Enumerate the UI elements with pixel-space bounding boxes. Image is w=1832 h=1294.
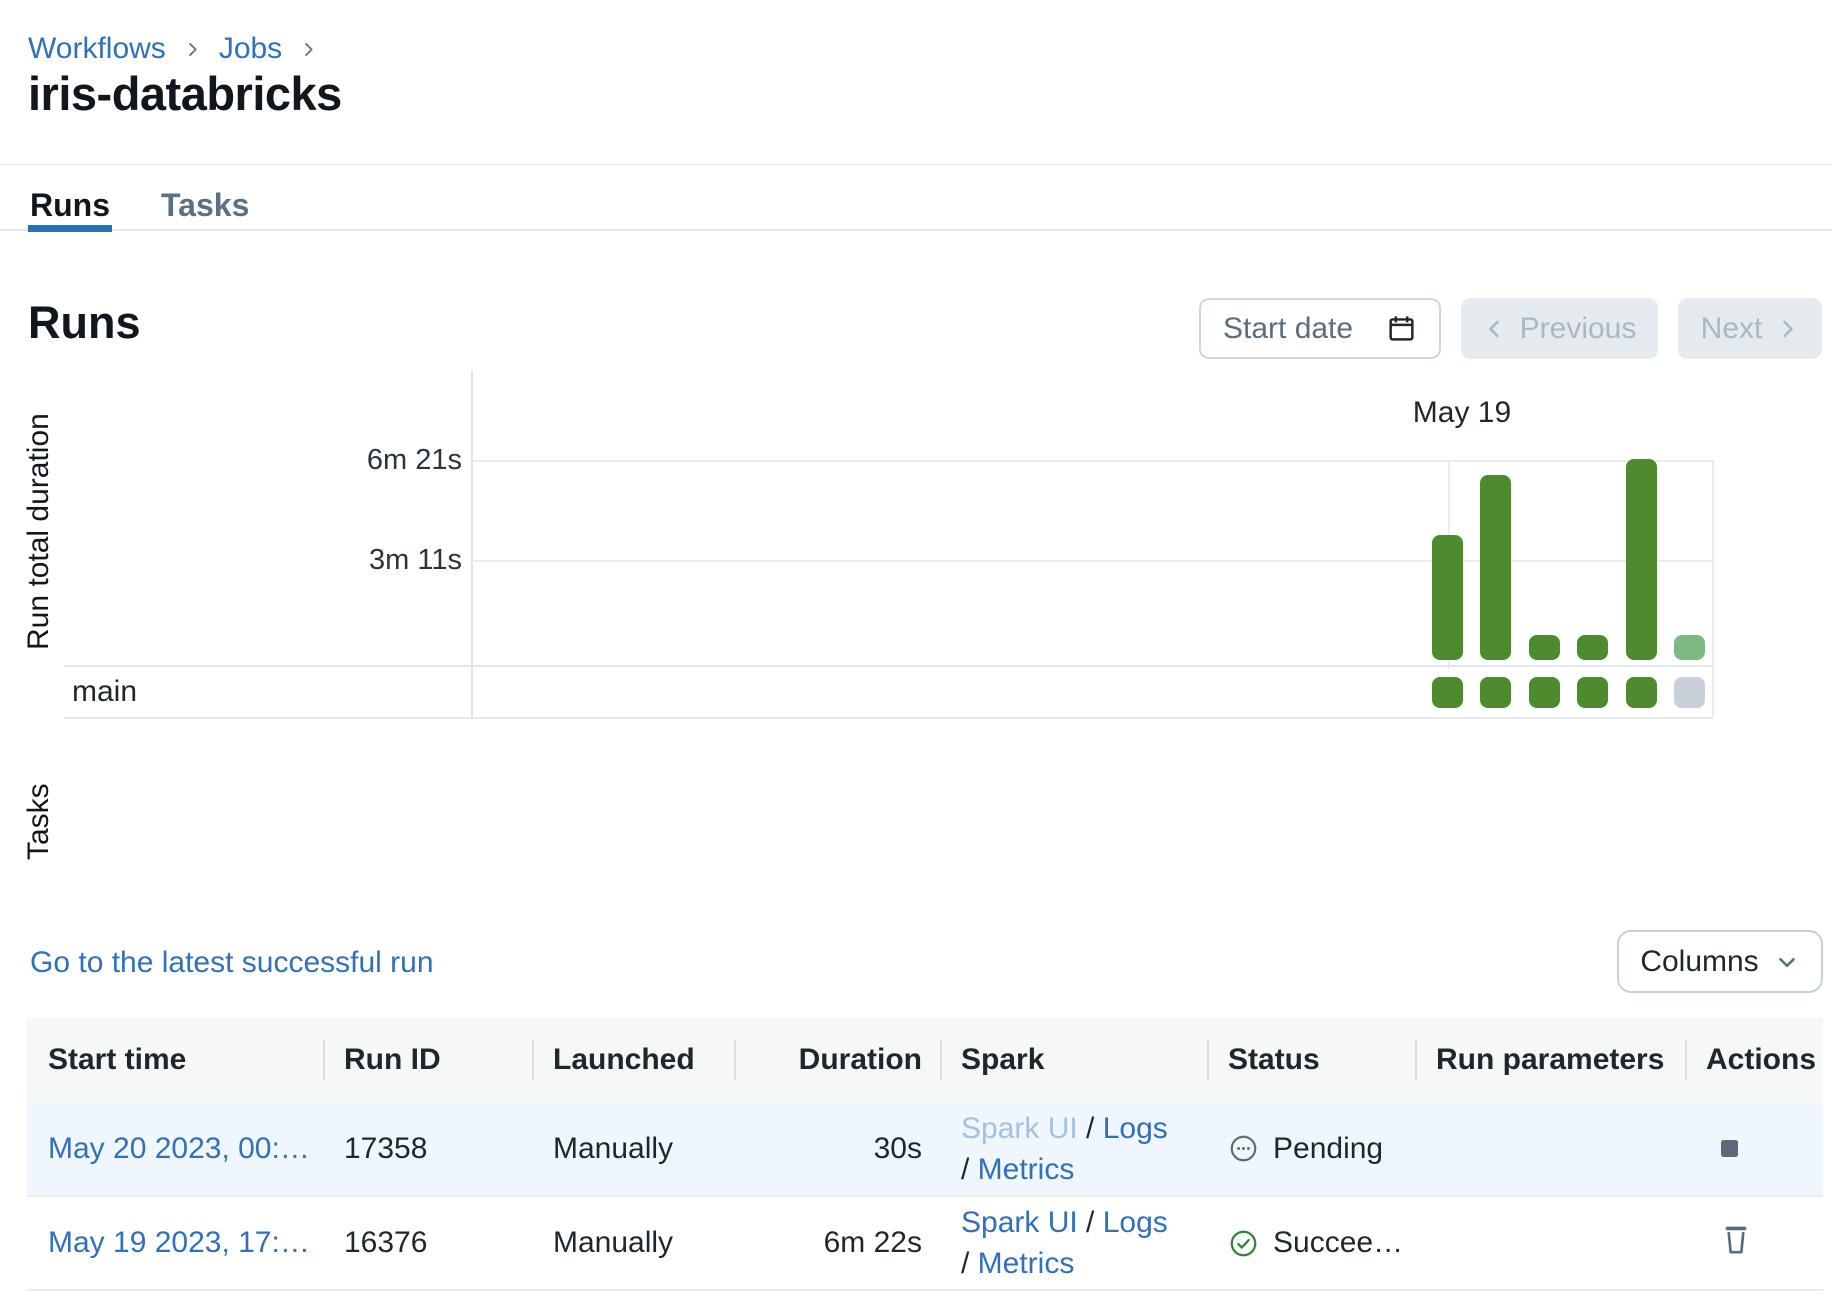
previous-button[interactable]: Previous (1461, 298, 1658, 359)
chevron-right-icon (1775, 317, 1799, 341)
chevron-right-icon (299, 40, 318, 59)
status-cell: Succee… (1207, 1196, 1415, 1290)
spark-separator: / (1078, 1112, 1103, 1145)
task-status-square[interactable] (1529, 677, 1560, 708)
chevron-down-icon (1774, 949, 1800, 975)
task-status-square[interactable] (1432, 677, 1463, 708)
pending-status-icon (1228, 1133, 1259, 1164)
page-title: iris-databricks (28, 66, 342, 121)
divider (0, 164, 1832, 165)
spark-ui-link-disabled: Spark UI (961, 1112, 1078, 1145)
duration-cell: 30s (734, 1102, 940, 1196)
chevron-left-icon (1483, 317, 1507, 341)
col-header-duration[interactable]: Duration (734, 1018, 940, 1102)
divider (0, 229, 1832, 231)
chart-date-label: May 19 (1392, 396, 1532, 430)
task-status-square[interactable] (1626, 677, 1657, 708)
col-header-run-parameters[interactable]: Run parameters (1415, 1018, 1685, 1102)
y-axis-label: Run total duration (22, 413, 56, 650)
actions-cell (1685, 1196, 1823, 1290)
previous-label: Previous (1520, 312, 1637, 346)
table-row: May 19 2023, 17:… 16376 Manually 6m 22s … (27, 1196, 1823, 1290)
run-start-time-link[interactable]: May 20 2023, 00:… (48, 1132, 310, 1165)
cancel-run-icon[interactable] (1721, 1140, 1738, 1157)
metrics-link[interactable]: Metrics (978, 1153, 1075, 1186)
chevron-right-icon (183, 40, 202, 59)
tasks-axis-label: Tasks (22, 783, 56, 860)
y-tick-label: 3m 11s (280, 544, 462, 577)
spark-links-cell: Spark UI / Logs / Metrics (940, 1196, 1207, 1290)
run-id-cell: 16376 (323, 1196, 532, 1290)
status-label: Succee… (1273, 1226, 1403, 1260)
logs-link[interactable]: Logs (1103, 1112, 1168, 1145)
start-date-button[interactable]: Start date (1199, 298, 1441, 359)
spark-links-cell: Spark UI / Logs / Metrics (940, 1102, 1207, 1196)
logs-link[interactable]: Logs (1103, 1206, 1168, 1239)
runs-table: Start time Run ID Launched Duration Spar… (27, 1018, 1823, 1291)
jobs-run-page: Workflows Jobs iris-databricks Runs Task… (0, 0, 1832, 1294)
run-duration-bar[interactable] (1480, 475, 1511, 660)
y-tick-label: 6m 21s (280, 444, 462, 477)
col-header-launched[interactable]: Launched (532, 1018, 734, 1102)
col-header-actions: Actions (1685, 1018, 1823, 1102)
latest-successful-run-link[interactable]: Go to the latest successful run (30, 946, 434, 980)
task-row-label: main (72, 676, 137, 708)
run-id-cell: 17358 (323, 1102, 532, 1196)
task-band-top-line (64, 665, 1713, 667)
table-row: May 20 2023, 00:… 17358 Manually 30s Spa… (27, 1102, 1823, 1196)
duration-cell: 6m 22s (734, 1196, 940, 1290)
run-duration-bar[interactable] (1674, 635, 1705, 660)
run-parameters-cell (1415, 1102, 1685, 1196)
task-band-bottom-line (64, 717, 1713, 719)
tab-bar: Runs Tasks (30, 188, 249, 222)
gridline (471, 560, 1713, 562)
tab-runs[interactable]: Runs (30, 188, 110, 222)
col-header-start-time[interactable]: Start time (27, 1018, 323, 1102)
run-parameters-cell (1415, 1196, 1685, 1290)
breadcrumb-jobs-link[interactable]: Jobs (219, 32, 282, 66)
task-status-square[interactable] (1480, 677, 1511, 708)
breadcrumb-workflows-link[interactable]: Workflows (28, 32, 166, 66)
spark-ui-link[interactable]: Spark UI (961, 1206, 1078, 1239)
next-label: Next (1701, 312, 1763, 346)
tab-tasks[interactable]: Tasks (161, 188, 249, 222)
task-status-square[interactable] (1577, 677, 1608, 708)
calendar-icon (1386, 313, 1417, 344)
breadcrumb: Workflows Jobs (28, 32, 318, 66)
col-header-run-id[interactable]: Run ID (323, 1018, 532, 1102)
run-duration-bar[interactable] (1529, 635, 1560, 660)
success-status-icon (1228, 1228, 1259, 1259)
gridline (471, 460, 1713, 462)
table-header-row: Start time Run ID Launched Duration Spar… (27, 1018, 1823, 1102)
run-start-time-link[interactable]: May 19 2023, 17:… (48, 1226, 310, 1259)
run-duration-bar[interactable] (1432, 535, 1463, 660)
launched-cell: Manually (532, 1196, 734, 1290)
col-header-spark[interactable]: Spark (940, 1018, 1207, 1102)
spark-separator: / (1078, 1206, 1103, 1239)
runs-section-heading: Runs (28, 297, 141, 349)
task-status-square[interactable] (1674, 677, 1705, 708)
run-duration-bar[interactable] (1626, 459, 1657, 660)
columns-button[interactable]: Columns (1617, 930, 1823, 993)
spark-separator: / (961, 1247, 978, 1280)
columns-label: Columns (1640, 945, 1758, 979)
next-button[interactable]: Next (1678, 298, 1822, 359)
delete-run-icon[interactable] (1721, 1222, 1751, 1256)
col-header-status[interactable]: Status (1207, 1018, 1415, 1102)
status-cell: Pending (1207, 1102, 1415, 1196)
run-duration-bar[interactable] (1577, 635, 1608, 660)
actions-cell (1685, 1102, 1823, 1196)
start-date-label: Start date (1223, 312, 1353, 346)
spark-separator: / (961, 1153, 978, 1186)
plot-right-line (1712, 460, 1714, 717)
status-label: Pending (1273, 1132, 1383, 1166)
metrics-link[interactable]: Metrics (978, 1247, 1075, 1280)
launched-cell: Manually (532, 1102, 734, 1196)
